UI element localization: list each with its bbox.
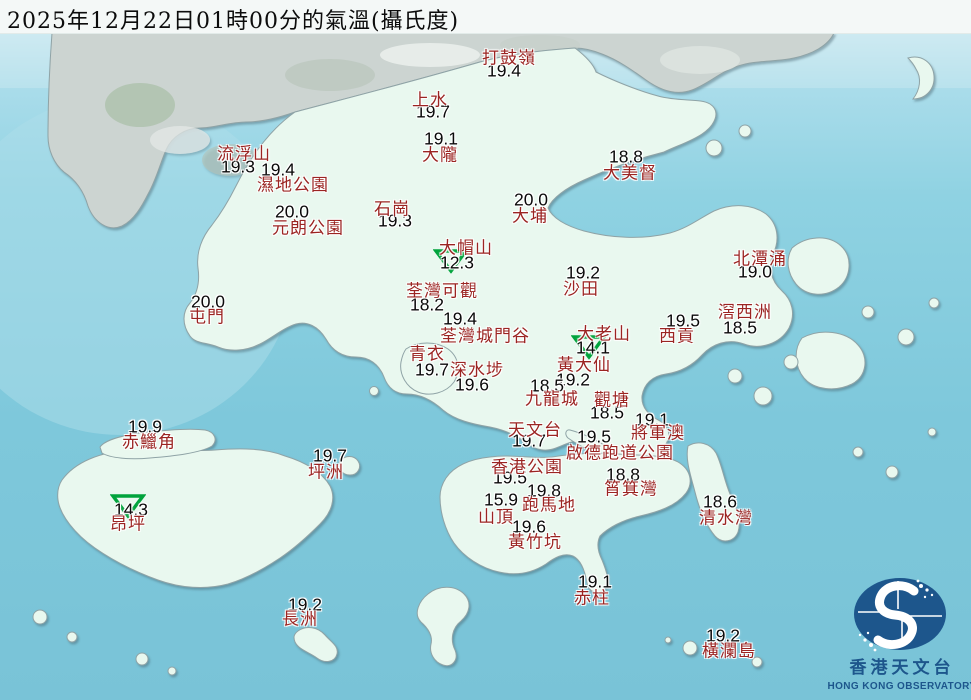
stations-layer: 19.4 打鼓嶺 19.7 上水 19.1 大隴 18.8 大美督 19.3 流浮山 19.4 濕地公…: [0, 0, 971, 700]
station-name: 天文台: [508, 420, 562, 441]
station-name: 赤柱: [574, 588, 610, 609]
station-name: 大老山: [577, 324, 631, 345]
station-name: 大隴: [422, 145, 458, 166]
station-name: 石崗: [374, 199, 410, 220]
station-name: 黃大仙: [557, 355, 611, 376]
station-name: 筲箕灣: [604, 479, 658, 500]
station-name: 濕地公園: [257, 175, 329, 196]
station-name: 深水埗: [450, 360, 504, 381]
station-name: 長洲: [282, 609, 318, 630]
station-name: 啟德跑道公園: [566, 443, 674, 464]
station-name: 打鼓嶺: [482, 48, 536, 69]
station-name: 北潭涌: [733, 249, 787, 270]
station-name: 黃竹坑: [508, 532, 562, 553]
station-name: 清水灣: [699, 508, 753, 529]
hko-temperature-map-screen: 香港天文台 HONG KONG OBSERVATORY 2025年12月22日0…: [0, 0, 971, 700]
station-name: 屯門: [189, 307, 225, 328]
station-name: 元朗公園: [272, 218, 344, 239]
station-name: 九龍城: [525, 389, 579, 410]
station-name: 昂坪: [110, 514, 146, 535]
station-name: 青衣: [409, 344, 445, 365]
station-name: 橫瀾島: [702, 641, 756, 662]
station-name: 上水: [412, 90, 448, 111]
station-name: 沙田: [563, 279, 599, 300]
station-name: 香港公園: [491, 457, 563, 478]
station-name: 大帽山: [439, 238, 493, 259]
station-name: 赤鱲角: [122, 432, 176, 453]
station-name: 西貢: [659, 326, 695, 347]
station-name: 觀塘: [594, 390, 630, 411]
station-name: 荃灣可觀: [406, 281, 478, 302]
station-name: 跑馬地: [522, 495, 576, 516]
station-name: 荃灣城門谷: [440, 326, 530, 347]
station-name: 大埔: [512, 206, 548, 227]
station-name: 山頂: [478, 507, 514, 528]
station-name: 滘西洲: [718, 302, 772, 323]
station-name: 大美督: [603, 163, 657, 184]
station-name: 坪洲: [308, 462, 344, 483]
